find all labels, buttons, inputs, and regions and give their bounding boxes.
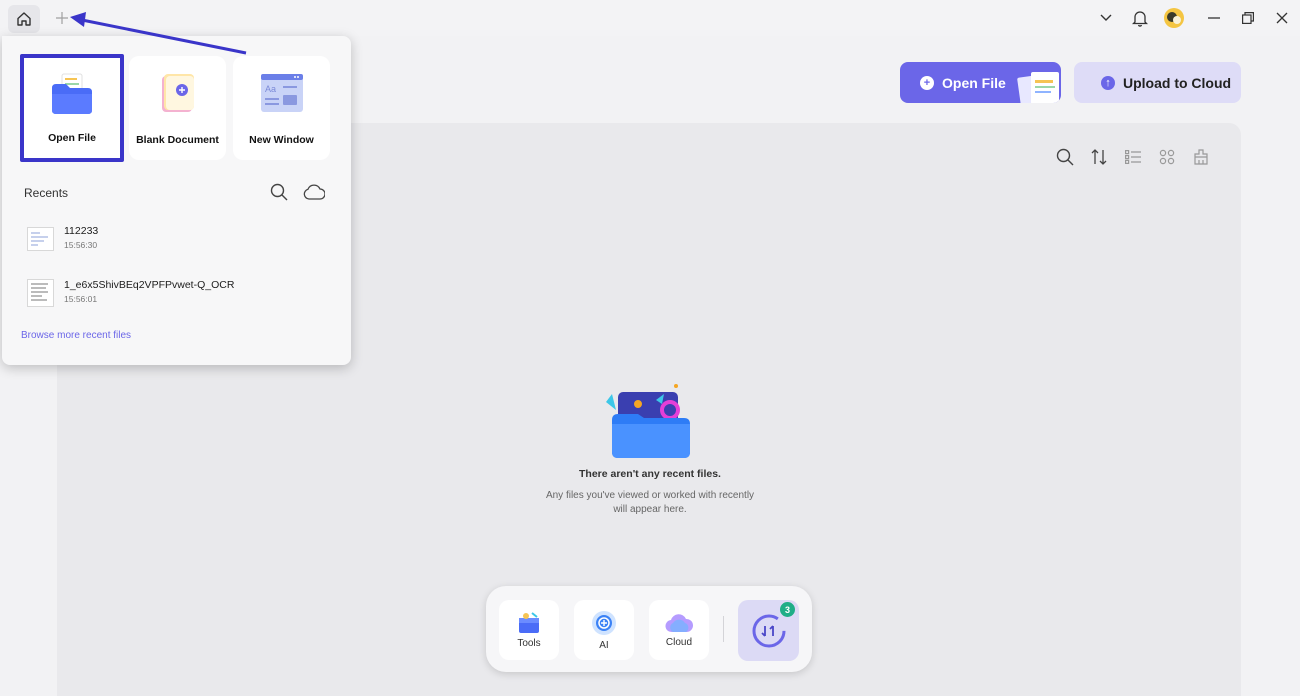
- close-button[interactable]: [1269, 6, 1295, 30]
- plus-circle-icon: +: [920, 75, 934, 90]
- folder-icon: [52, 73, 92, 114]
- empty-folder-illustration: [606, 384, 690, 458]
- minimize-icon: [1208, 17, 1220, 19]
- dock-sync-button[interactable]: 3: [738, 600, 799, 661]
- dock-tools-label: Tools: [517, 637, 541, 649]
- blank-document-tile-label: Blank Document: [136, 134, 219, 146]
- dock-cloud-button[interactable]: Cloud: [649, 600, 709, 660]
- cloud-recents-button[interactable]: [303, 184, 326, 202]
- cloud-icon: [665, 613, 693, 632]
- blank-document-icon: [161, 74, 194, 112]
- dock-tools-button[interactable]: Tools: [499, 600, 559, 660]
- recent-file-name: 112233: [64, 225, 99, 237]
- dock-divider: [723, 616, 724, 642]
- recent-file-name: 1_e6x5ShivBEq2VPFPvwet-Q_OCR: [64, 279, 235, 291]
- new-window-tile[interactable]: Aa New Window: [233, 56, 330, 160]
- search-icon: [1056, 148, 1074, 166]
- dock-ai-label: AI: [599, 639, 609, 651]
- search-recents-button[interactable]: [270, 183, 290, 203]
- close-icon: [1276, 12, 1288, 24]
- list-view-button[interactable]: [1122, 146, 1144, 168]
- cloud-outline-icon: [303, 184, 326, 200]
- recent-file-time: 15:56:30: [64, 240, 98, 250]
- grid-view-icon: [1159, 149, 1175, 165]
- blank-document-tile[interactable]: Blank Document: [129, 56, 226, 160]
- chevron-down-icon: [1100, 14, 1112, 21]
- plus-icon: [56, 12, 68, 24]
- recent-file-item[interactable]: 1_e6x5ShivBEq2VPFPvwet-Q_OCR 15:56:01: [24, 276, 334, 316]
- sort-button[interactable]: [1088, 146, 1110, 168]
- documents-decoration-icon: [1017, 72, 1059, 103]
- restore-icon: [1242, 12, 1254, 24]
- search-files-button[interactable]: [1054, 146, 1076, 168]
- file-thumbnail: [27, 227, 54, 251]
- recents-title: Recents: [24, 186, 69, 200]
- view-toolbar: [1054, 146, 1212, 168]
- sync-count-badge: 3: [780, 602, 795, 617]
- restore-button[interactable]: [1235, 6, 1261, 30]
- recent-file-time: 15:56:01: [64, 294, 98, 304]
- open-file-label: Open File: [942, 74, 1006, 91]
- notifications-button[interactable]: [1127, 6, 1153, 30]
- upload-label: Upload to Cloud: [1123, 74, 1232, 91]
- dock-cloud-label: Cloud: [665, 636, 693, 648]
- new-window-tile-label: New Window: [249, 134, 314, 146]
- sync-icon: [752, 614, 785, 647]
- clear-button[interactable]: [1190, 146, 1212, 168]
- avatar[interactable]: [1161, 6, 1187, 30]
- ai-icon: [592, 610, 616, 635]
- open-file-tile-label: Open File: [48, 132, 96, 144]
- new-tab-popup: Open File Blank Document Aa New Window R…: [2, 36, 351, 365]
- recent-file-item[interactable]: 112233 15:56:30: [24, 222, 334, 262]
- broom-icon: [1194, 149, 1208, 165]
- new-tab-button[interactable]: [50, 6, 74, 30]
- tools-icon: [519, 611, 539, 633]
- browse-more-recent-files-link[interactable]: Browse more recent files: [21, 330, 131, 341]
- bottom-dock: Tools AI Cloud 3: [486, 586, 812, 672]
- sort-icon: [1091, 149, 1107, 165]
- upload-to-cloud-button[interactable]: ↑ Upload to Cloud: [1074, 62, 1241, 103]
- title-bar: [0, 0, 1300, 36]
- home-icon: [17, 12, 31, 26]
- svg-text:Aa: Aa: [265, 84, 276, 94]
- grid-view-button[interactable]: [1156, 146, 1178, 168]
- file-thumbnail: [27, 279, 54, 307]
- search-icon: [270, 183, 288, 201]
- upload-icon: ↑: [1101, 75, 1115, 90]
- empty-state-title: There aren't any recent files.: [579, 468, 721, 480]
- dropdown-button[interactable]: [1093, 6, 1119, 30]
- open-file-tile[interactable]: Open File: [20, 54, 124, 162]
- bell-icon: [1132, 10, 1148, 27]
- empty-state-description: Any files you've viewed or worked with r…: [545, 490, 755, 515]
- minimize-button[interactable]: [1201, 6, 1227, 30]
- dock-ai-button[interactable]: AI: [574, 600, 634, 660]
- new-window-icon: Aa: [260, 74, 303, 112]
- home-button[interactable]: [8, 5, 40, 33]
- open-file-button[interactable]: + Open File: [900, 62, 1061, 103]
- list-view-icon: [1125, 150, 1141, 164]
